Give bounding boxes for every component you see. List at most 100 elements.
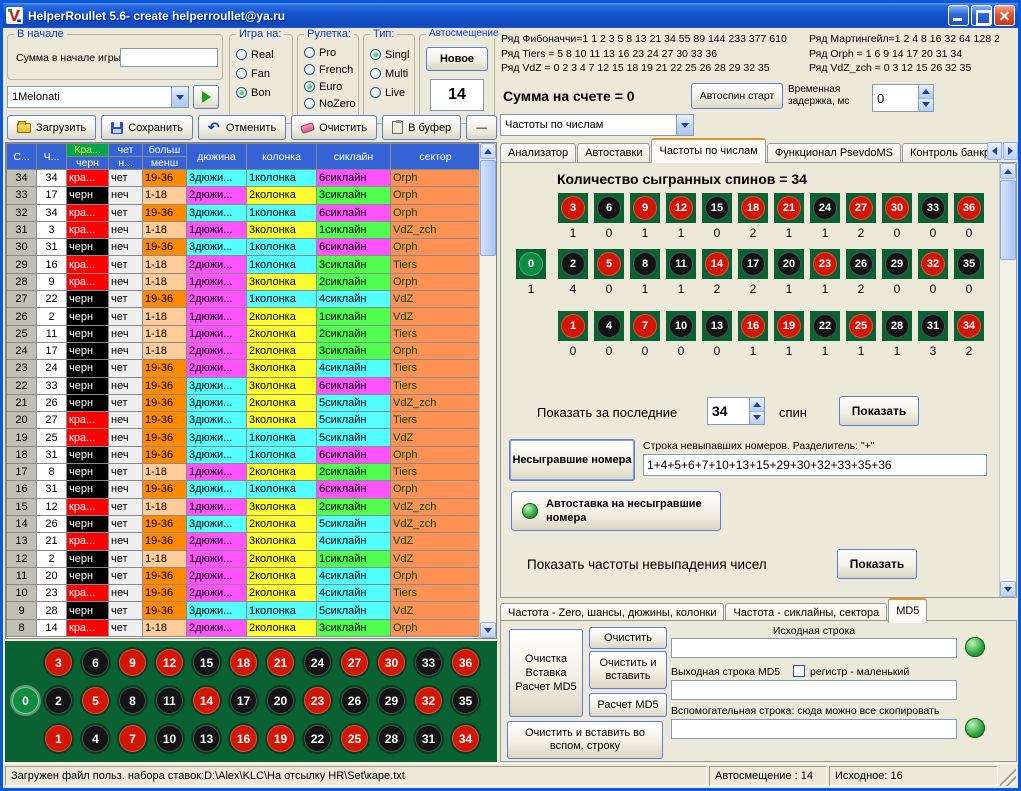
freq-number-35[interactable]: 35 [957,252,981,276]
board-number-34[interactable]: 34 [452,725,479,752]
board-number-28[interactable]: 28 [378,725,405,752]
history-row[interactable]: 3317черннеч1-182дюжи...2колонка3сиклайнO… [7,187,481,204]
freq-number-0[interactable]: 0 [519,252,543,276]
combo-dropdown-icon[interactable] [171,87,188,107]
board-number-18[interactable]: 18 [230,649,257,676]
toolbar-button-5[interactable]: В буфер [382,115,461,140]
md5-calc-button[interactable]: Расчет MD5 [589,693,667,717]
freq-number-21[interactable]: 21 [777,196,801,220]
history-row[interactable]: 2027кра...неч19-363дюжи...3колонка5сикла… [7,412,481,429]
mode-combobox[interactable]: Частоты по числам [500,114,694,136]
combo-dropdown-icon[interactable] [676,115,693,135]
board-number-25[interactable]: 25 [341,725,368,752]
main-tab-2[interactable]: Автоставки [577,143,650,163]
preset-combobox[interactable]: 1Melonati [7,86,189,108]
resize-grip[interactable] [1000,766,1016,786]
freq-number-29[interactable]: 29 [885,252,909,276]
board-number-22[interactable]: 22 [304,725,331,752]
radio-french[interactable]: French [304,62,357,77]
md5-aux-input[interactable] [671,719,957,739]
delay-spinner[interactable]: 0 [872,84,934,112]
tab-scroll-left-icon[interactable] [987,142,1002,160]
toolbar-button-2[interactable]: Сохранить [101,115,193,140]
play-button[interactable] [193,85,219,109]
board-number-17[interactable]: 17 [230,687,257,714]
board-number-32[interactable]: 32 [415,687,442,714]
board-number-4[interactable]: 4 [82,725,109,752]
history-row[interactable]: 289кра...неч1-181дюжи...3колонка2сиклайн… [7,273,481,290]
history-row[interactable]: 3234кра...чет19-363дюжи...1колонка6сикла… [7,204,481,221]
board-number-30[interactable]: 30 [378,649,405,676]
history-row[interactable]: 1925кра...неч19-363дюжи...1колонка5сикла… [7,429,481,446]
md5-source-action-button[interactable] [965,637,985,657]
radio-nozero[interactable]: NoZero [304,96,357,111]
history-row[interactable]: 178чернчет1-181дюжи...2колонка2сиклайнTi… [7,464,481,481]
board-number-2[interactable]: 2 [45,687,72,714]
history-row[interactable]: 313кра...неч1-181дюжи...3колонка1сиклайн… [7,221,481,238]
freq-number-25[interactable]: 25 [849,314,873,338]
freq-number-13[interactable]: 13 [705,314,729,338]
main-tab-1[interactable]: Анализатор [500,143,576,163]
history-row[interactable]: 2722чернчет19-362дюжи...1колонка4сиклайн… [7,291,481,308]
main-tab-5[interactable]: Контроль банкр [902,143,998,163]
radio-bon[interactable]: Bon [236,85,291,100]
freq-number-5[interactable]: 5 [597,252,621,276]
start-sum-input[interactable] [120,48,218,67]
history-row[interactable]: 928чернчет19-363дюжи...1колонка5сиклайнV… [7,602,481,619]
board-number-8[interactable]: 8 [119,687,146,714]
scroll-down-icon[interactable] [480,622,496,638]
freq-number-17[interactable]: 17 [741,252,765,276]
panel-scrollbar[interactable] [999,163,1016,597]
panel-scroll-thumb[interactable] [1000,180,1016,260]
freq-number-23[interactable]: 23 [813,252,837,276]
radio-multi[interactable]: Multi [370,66,413,81]
freq-number-4[interactable]: 4 [597,314,621,338]
history-row[interactable]: 2324чернчет19-362дюжи...3колонка4сиклайн… [7,360,481,377]
freq-number-15[interactable]: 15 [705,196,729,220]
unplayed-numbers-input[interactable] [643,454,987,476]
board-number-7[interactable]: 7 [119,725,146,752]
lowercase-checkbox[interactable] [793,665,805,677]
freq-number-26[interactable]: 26 [849,252,873,276]
board-number-9[interactable]: 9 [119,649,146,676]
md5-source-input[interactable] [671,638,957,658]
freq-number-6[interactable]: 6 [597,196,621,220]
freq-number-27[interactable]: 27 [849,196,873,220]
freq-number-18[interactable]: 18 [741,196,765,220]
freq-number-28[interactable]: 28 [885,314,909,338]
scroll-up-icon[interactable] [1000,163,1016,179]
history-row[interactable]: 2511черннеч1-181дюжи...2колонка2сиклайнT… [7,325,481,342]
freq-number-22[interactable]: 22 [813,314,837,338]
md5-aux-clear-paste-button[interactable]: Очистить и вставить во вспом. строку [507,721,663,759]
freq-number-11[interactable]: 11 [669,252,693,276]
board-number-10[interactable]: 10 [156,725,183,752]
freq-number-31[interactable]: 31 [921,314,945,338]
board-number-33[interactable]: 33 [415,649,442,676]
board-number-36[interactable]: 36 [452,649,479,676]
title-bar[interactable]: HelperRoullet 5.6- create helperroullet@… [3,3,1018,28]
minimize-button[interactable] [948,5,969,26]
radio-live[interactable]: Live [370,85,413,100]
freq-number-7[interactable]: 7 [633,314,657,338]
history-row[interactable]: 2233черннеч19-363дюжи...3колонка6сиклайн… [7,377,481,394]
scroll-down-icon[interactable] [1000,581,1016,597]
freq-number-8[interactable]: 8 [633,252,657,276]
board-number-12[interactable]: 12 [156,649,183,676]
freq-number-2[interactable]: 2 [561,252,585,276]
board-number-11[interactable]: 11 [156,687,183,714]
board-number-20[interactable]: 20 [267,687,294,714]
freq-number-30[interactable]: 30 [885,196,909,220]
history-row[interactable]: 1631черннеч19-363дюжи...1колонка6сиклайн… [7,481,481,498]
freq-number-14[interactable]: 14 [705,252,729,276]
toolbar-button-6[interactable]: — [466,115,497,140]
close-button[interactable] [994,5,1015,26]
board-number-35[interactable]: 35 [452,687,479,714]
radio-euro[interactable]: Euro [304,79,357,94]
freq-number-3[interactable]: 3 [561,196,585,220]
freq-number-24[interactable]: 24 [813,196,837,220]
history-row[interactable]: 262чернчет1-181дюжи...2колонка1сиклайнVd… [7,308,481,325]
freq-number-33[interactable]: 33 [921,196,945,220]
history-row[interactable]: 1426чернчет19-363дюжи...2колонка5сиклайн… [7,515,481,532]
radio-pro[interactable]: Pro [304,45,357,60]
unplayed-numbers-button[interactable]: Несыгравшие номера [509,439,635,481]
